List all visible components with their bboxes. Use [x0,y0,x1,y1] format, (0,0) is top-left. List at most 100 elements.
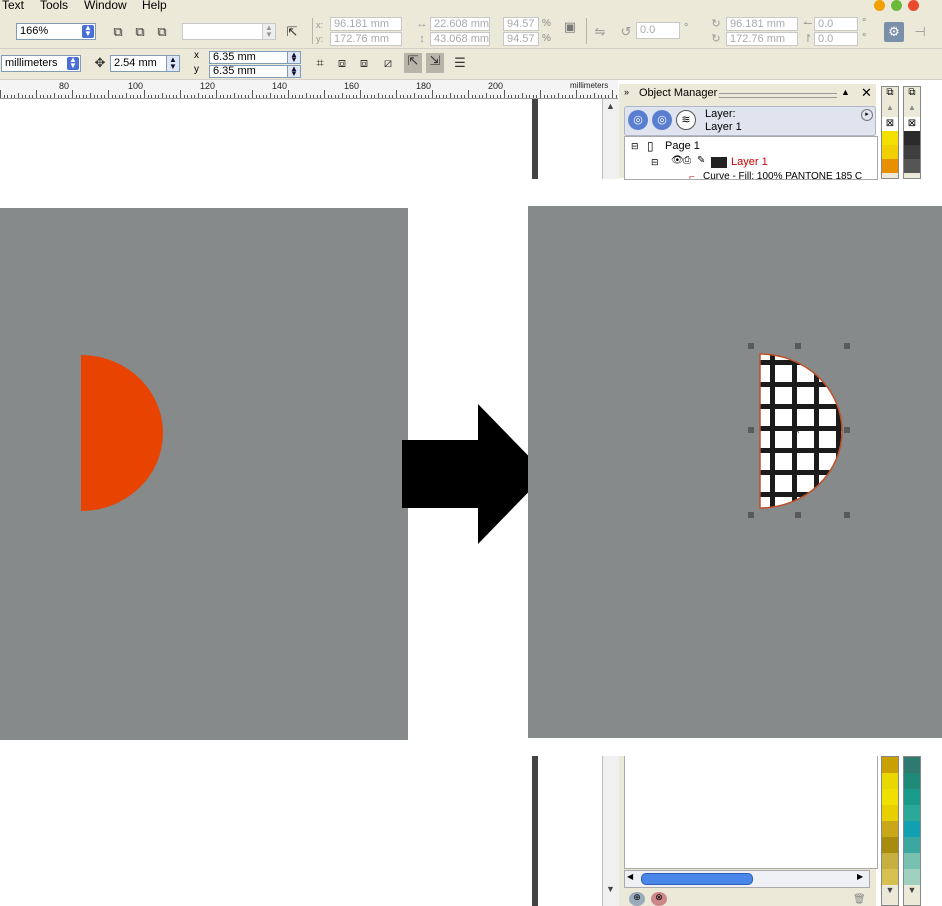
scroll-left-icon[interactable]: ◀ [627,872,633,881]
snap-grid-icon[interactable]: ⌗ [312,55,328,71]
tree-page[interactable]: Page 1 [665,140,700,152]
no-fill-swatch[interactable]: ⊠ [904,117,920,131]
snap-objects-icon[interactable]: ⧈ [356,55,372,71]
color-swatch[interactable] [882,757,898,773]
color-swatch[interactable] [904,821,920,837]
horizontal-scrollbar[interactable]: ◀ ▶ [624,870,870,888]
delete-layer-icon[interactable]: ⊗ [651,892,667,906]
units-select[interactable]: millimeters ▲ ▼ [1,55,81,72]
color-swatch[interactable] [882,805,898,821]
tree-curve-item[interactable]: Curve - Fill: 100% PANTONE 185 C [703,171,862,179]
orange-half-circle[interactable] [81,355,163,511]
color-swatch[interactable] [904,853,920,869]
menu-text[interactable]: Text [2,0,24,12]
options-icon[interactable]: ⚙ [884,22,904,42]
style-select[interactable]: ▲ ▼ [182,23,276,40]
tree-collapse-icon[interactable]: ⊟ [651,157,659,168]
pencil-icon[interactable]: ✎ [697,155,705,166]
landscape-icon[interactable]: ⧉ [154,24,170,40]
cursor-icon[interactable]: ⇱ [284,24,300,40]
scale-y-field[interactable]: 94.57 [503,32,539,46]
height-field[interactable]: 43.068 mm [430,32,490,46]
palette-scroll-up-icon[interactable]: ▲ [904,103,920,117]
portrait-icon[interactable]: ⧉ [132,24,148,40]
trash-icon[interactable]: 🗑 [853,894,866,905]
palette-scroll-up-icon[interactable]: ▲ [882,103,898,117]
y-position-field[interactable]: 172.76 mm [330,32,402,46]
color-swatch[interactable] [882,159,898,173]
snap-guides-icon[interactable]: ⧈ [334,55,350,71]
skew-h-field[interactable]: 0.0 [814,17,858,31]
skew-v-field[interactable]: 0.0 [814,32,858,46]
mirror-icon[interactable]: ⇋ [592,24,608,40]
vertical-scrollbar-lower[interactable]: ▼ [602,756,619,906]
page-size-icon[interactable]: ⧉ [110,24,126,40]
settings-icon[interactable]: ☰ [452,55,468,71]
more-icon[interactable]: ⊣ [912,24,928,40]
close-icon[interactable]: ✕ [861,85,872,101]
color-swatch[interactable] [904,869,920,885]
show-properties-icon[interactable]: ◎ [628,110,648,130]
palette-scroll-down-icon[interactable]: ▼ [904,885,920,901]
spin-icon[interactable]: ▲ ▼ [287,52,300,63]
ruler-tick [270,93,271,98]
menu-window[interactable]: Window [84,0,127,12]
menu-tools[interactable]: Tools [40,0,68,12]
palette-menu-icon[interactable]: ⧉ [882,87,898,103]
palette-menu-icon[interactable]: ⧉ [904,87,920,103]
color-swatch[interactable] [882,131,898,145]
select-icon[interactable]: ⇲ [426,53,444,73]
layer-manager-icon[interactable]: ≋ [676,110,696,130]
color-swatch[interactable] [882,853,898,869]
tree-collapse-icon[interactable]: ⊟ [631,141,639,152]
rotation-field[interactable]: 0.0 [636,22,680,39]
scroll-right-icon[interactable]: ▶ [857,872,863,881]
minimize-icon[interactable] [874,0,885,11]
lock-ratio-icon[interactable]: ▣ [562,19,578,35]
new-layer-icon[interactable]: ⊕ [629,892,645,906]
x-position-field[interactable]: 96.181 mm [330,17,402,31]
collapse-icon[interactable]: ▲ [841,87,850,97]
duplicate-x-field[interactable]: 6.35 mm ▲ ▼ [209,51,301,64]
color-swatch[interactable] [882,789,898,805]
color-swatch[interactable] [882,145,898,159]
printer-icon[interactable]: ⎙ [683,155,691,166]
color-swatch[interactable] [904,757,920,773]
palette-scroll-down-icon[interactable]: ▼ [882,885,898,901]
scroll-down-icon[interactable]: ▼ [606,884,615,894]
no-fill-swatch[interactable]: ⊠ [882,117,898,131]
width-field[interactable]: 22.608 mm [430,17,490,31]
treat-as-filled-icon[interactable]: ⇱ [404,53,422,73]
expand-icon[interactable]: » [624,87,629,97]
color-swatch[interactable] [882,869,898,885]
center-y-field[interactable]: 172.76 mm [726,32,798,46]
tree-layer[interactable]: Layer 1 [731,156,768,168]
eye-icon[interactable]: 👁 [671,155,684,166]
scale-x-field[interactable]: 94.57 [503,17,539,31]
vertical-scrollbar[interactable]: ▲ [602,99,619,179]
spin-icon[interactable]: ▲ ▼ [166,56,179,71]
color-swatch[interactable] [904,837,920,853]
color-swatch[interactable] [904,805,920,821]
maximize-icon[interactable] [891,0,902,11]
menu-help[interactable]: Help [142,0,167,12]
color-swatch[interactable] [882,821,898,837]
dynamic-guides-icon[interactable]: ⧄ [380,55,396,71]
color-swatch[interactable] [904,145,920,159]
color-swatch[interactable] [882,837,898,853]
zoom-select[interactable]: 166% ▲ ▼ [16,23,96,40]
color-swatch[interactable] [904,789,920,805]
color-swatch[interactable] [882,773,898,789]
center-x-field[interactable]: 96.181 mm [726,17,798,31]
spin-icon[interactable]: ▲ ▼ [287,66,300,77]
scroll-thumb[interactable] [641,873,753,885]
close-window-icon[interactable] [908,0,919,11]
edit-across-layers-icon[interactable]: ◎ [652,110,672,130]
color-swatch[interactable] [904,159,920,173]
scroll-up-icon[interactable]: ▲ [606,101,615,111]
duplicate-y-field[interactable]: 6.35 mm ▲ ▼ [209,65,301,78]
flyout-icon[interactable]: ▸ [861,109,873,121]
color-swatch[interactable] [904,773,920,789]
color-swatch[interactable] [904,131,920,145]
nudge-field[interactable]: 2.54 mm ▲ ▼ [110,55,180,72]
